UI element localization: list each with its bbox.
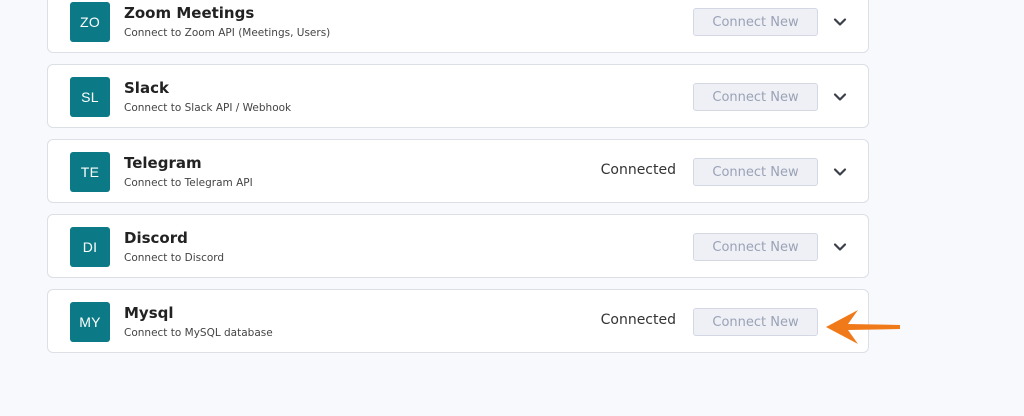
integration-card-zoom-meetings: ZO Zoom Meetings Connect to Zoom API (Me… (47, 0, 869, 53)
integration-description: Connect to Discord (124, 252, 225, 264)
chevron-down-icon[interactable] (832, 14, 848, 30)
chevron-down-icon[interactable] (832, 164, 848, 180)
integration-list: ZO Zoom Meetings Connect to Zoom API (Me… (47, 0, 869, 364)
integration-description: Connect to Zoom API (Meetings, Users) (124, 27, 331, 39)
avatar: SL (70, 77, 110, 117)
connection-status: Connected (600, 312, 676, 328)
chevron-down-icon[interactable] (832, 239, 848, 255)
integration-card-slack: SL Slack Connect to Slack API / Webhook … (47, 64, 869, 128)
integration-card-mysql: MY Mysql Connect to MySQL database Conne… (47, 289, 869, 353)
connect-new-button[interactable]: Connect New (693, 83, 818, 111)
connect-new-button[interactable]: Connect New (693, 158, 818, 186)
integration-name: Discord (124, 229, 188, 247)
integration-description: Connect to MySQL database (124, 327, 273, 339)
integration-card-discord: DI Discord Connect to Discord Connect Ne… (47, 214, 869, 278)
connect-new-button[interactable]: Connect New (693, 233, 818, 261)
integration-card-telegram: TE Telegram Connect to Telegram API Conn… (47, 139, 869, 203)
integration-name: Mysql (124, 304, 174, 322)
integration-name: Telegram (124, 154, 202, 172)
integration-description: Connect to Slack API / Webhook (124, 102, 292, 114)
connection-status: Connected (600, 162, 676, 178)
integration-description: Connect to Telegram API (124, 177, 253, 189)
connect-new-button[interactable]: Connect New (693, 308, 818, 336)
chevron-down-icon[interactable] (832, 89, 848, 105)
arrow-left-icon (826, 310, 900, 344)
connect-new-button[interactable]: Connect New (693, 8, 818, 36)
integration-name: Zoom Meetings (124, 4, 255, 22)
avatar: TE (70, 152, 110, 192)
avatar: ZO (70, 2, 110, 42)
avatar: MY (70, 302, 110, 342)
avatar: DI (70, 227, 110, 267)
integration-name: Slack (124, 79, 169, 97)
